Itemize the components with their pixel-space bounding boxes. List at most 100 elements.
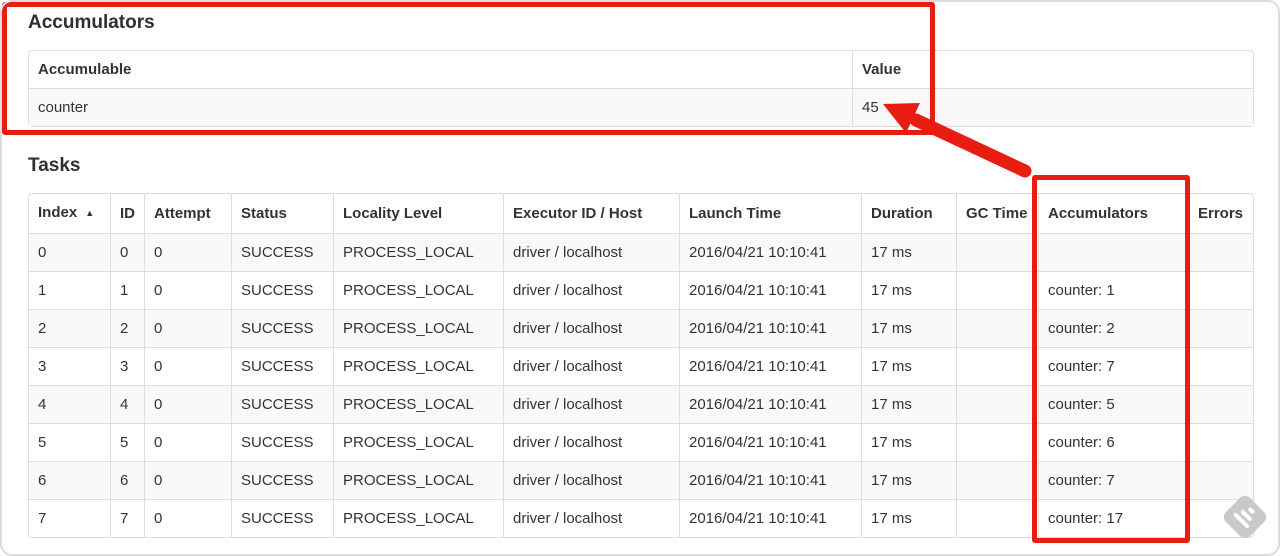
task-index-cell: 4 bbox=[29, 385, 110, 423]
duration-column-header[interactable]: Duration bbox=[861, 194, 956, 233]
watermark-diamond bbox=[1220, 492, 1270, 542]
task-duration-cell: 17 ms bbox=[861, 385, 956, 423]
task-gc-time-cell bbox=[956, 233, 1038, 271]
task-duration-cell: 17 ms bbox=[861, 309, 956, 347]
task-index-cell: 3 bbox=[29, 347, 110, 385]
value-column-header: Value bbox=[852, 51, 1253, 88]
task-status-cell: SUCCESS bbox=[231, 271, 333, 309]
task-errors-cell bbox=[1188, 271, 1253, 309]
task-launch-time-cell: 2016/04/21 10:10:41 bbox=[679, 309, 861, 347]
task-executor-cell: driver / localhost bbox=[503, 271, 679, 309]
accumulator-row: counter 45 bbox=[29, 88, 1253, 126]
task-accumulators-cell: counter: 7 bbox=[1038, 347, 1188, 385]
executor-id-host-column-header[interactable]: Executor ID / Host bbox=[503, 194, 679, 233]
task-gc-time-cell bbox=[956, 271, 1038, 309]
task-accumulators-cell: counter: 17 bbox=[1038, 499, 1188, 537]
task-locality-cell: PROCESS_LOCAL bbox=[333, 347, 503, 385]
task-index-cell: 1 bbox=[29, 271, 110, 309]
task-attempt-cell: 0 bbox=[144, 309, 231, 347]
task-row: 6 6 0 SUCCESS PROCESS_LOCAL driver / loc… bbox=[29, 461, 1253, 499]
task-accumulators-cell bbox=[1038, 233, 1188, 271]
task-id-cell: 7 bbox=[110, 499, 144, 537]
task-status-cell: SUCCESS bbox=[231, 347, 333, 385]
task-row: 0 0 0 SUCCESS PROCESS_LOCAL driver / loc… bbox=[29, 233, 1253, 271]
task-accumulators-cell: counter: 1 bbox=[1038, 271, 1188, 309]
accumulable-value-cell: 45 bbox=[852, 88, 1253, 126]
watermark-logo-icon bbox=[1220, 492, 1270, 542]
task-errors-cell bbox=[1188, 233, 1253, 271]
task-duration-cell: 17 ms bbox=[861, 461, 956, 499]
task-executor-cell: driver / localhost bbox=[503, 347, 679, 385]
task-accumulators-cell: counter: 7 bbox=[1038, 461, 1188, 499]
task-accumulators-cell: counter: 5 bbox=[1038, 385, 1188, 423]
task-attempt-cell: 0 bbox=[144, 271, 231, 309]
task-launch-time-cell: 2016/04/21 10:10:41 bbox=[679, 271, 861, 309]
task-launch-time-cell: 2016/04/21 10:10:41 bbox=[679, 461, 861, 499]
task-id-cell: 1 bbox=[110, 271, 144, 309]
task-row: 7 7 0 SUCCESS PROCESS_LOCAL driver / loc… bbox=[29, 499, 1253, 537]
stage-detail-page: Accumulators Accumulable Value counter 4… bbox=[28, 0, 1254, 538]
task-locality-cell: PROCESS_LOCAL bbox=[333, 499, 503, 537]
accumulable-column-header: Accumulable bbox=[38, 61, 132, 78]
task-status-cell: SUCCESS bbox=[231, 461, 333, 499]
task-locality-cell: PROCESS_LOCAL bbox=[333, 271, 503, 309]
task-errors-cell bbox=[1188, 423, 1253, 461]
task-duration-cell: 17 ms bbox=[861, 233, 956, 271]
task-gc-time-cell bbox=[956, 499, 1038, 537]
attempt-column-header[interactable]: Attempt bbox=[144, 194, 231, 233]
task-row: 1 1 0 SUCCESS PROCESS_LOCAL driver / loc… bbox=[29, 271, 1253, 309]
status-column-header[interactable]: Status bbox=[231, 194, 333, 233]
task-row: 2 2 0 SUCCESS PROCESS_LOCAL driver / loc… bbox=[29, 309, 1253, 347]
accumulators-section-title: Accumulators bbox=[28, 12, 155, 33]
task-locality-cell: PROCESS_LOCAL bbox=[333, 461, 503, 499]
task-row: 5 5 0 SUCCESS PROCESS_LOCAL driver / loc… bbox=[29, 423, 1253, 461]
accumulators-column-header[interactable]: Accumulators bbox=[1038, 194, 1188, 233]
task-launch-time-cell: 2016/04/21 10:10:41 bbox=[679, 347, 861, 385]
errors-column-header[interactable]: Errors bbox=[1188, 194, 1253, 233]
task-gc-time-cell bbox=[956, 385, 1038, 423]
task-gc-time-cell bbox=[956, 461, 1038, 499]
tasks-header-row: Index ▲ ID Attempt Status Locality Level … bbox=[29, 194, 1253, 233]
accumulators-table: Accumulable Value counter 45 bbox=[28, 50, 1254, 127]
task-attempt-cell: 0 bbox=[144, 233, 231, 271]
task-executor-cell: driver / localhost bbox=[503, 385, 679, 423]
task-launch-time-cell: 2016/04/21 10:10:41 bbox=[679, 385, 861, 423]
task-executor-cell: driver / localhost bbox=[503, 423, 679, 461]
launch-time-column-header[interactable]: Launch Time bbox=[679, 194, 861, 233]
task-row: 4 4 0 SUCCESS PROCESS_LOCAL driver / loc… bbox=[29, 385, 1253, 423]
task-attempt-cell: 0 bbox=[144, 499, 231, 537]
accumulators-header-row: Accumulable Value bbox=[29, 51, 1253, 88]
task-index-cell: 7 bbox=[29, 499, 110, 537]
task-launch-time-cell: 2016/04/21 10:10:41 bbox=[679, 499, 861, 537]
task-errors-cell bbox=[1188, 347, 1253, 385]
task-gc-time-cell bbox=[956, 309, 1038, 347]
locality-level-column-header[interactable]: Locality Level bbox=[333, 194, 503, 233]
task-executor-cell: driver / localhost bbox=[503, 233, 679, 271]
task-locality-cell: PROCESS_LOCAL bbox=[333, 423, 503, 461]
task-status-cell: SUCCESS bbox=[231, 233, 333, 271]
task-executor-cell: driver / localhost bbox=[503, 309, 679, 347]
task-launch-time-cell: 2016/04/21 10:10:41 bbox=[679, 233, 861, 271]
task-executor-cell: driver / localhost bbox=[503, 499, 679, 537]
task-index-cell: 2 bbox=[29, 309, 110, 347]
gc-time-column-header[interactable]: GC Time bbox=[956, 194, 1038, 233]
task-locality-cell: PROCESS_LOCAL bbox=[333, 233, 503, 271]
task-id-cell: 6 bbox=[110, 461, 144, 499]
task-attempt-cell: 0 bbox=[144, 461, 231, 499]
task-attempt-cell: 0 bbox=[144, 385, 231, 423]
task-row: 3 3 0 SUCCESS PROCESS_LOCAL driver / loc… bbox=[29, 347, 1253, 385]
task-errors-cell bbox=[1188, 385, 1253, 423]
task-duration-cell: 17 ms bbox=[861, 499, 956, 537]
task-id-cell: 0 bbox=[110, 233, 144, 271]
task-launch-time-cell: 2016/04/21 10:10:41 bbox=[679, 423, 861, 461]
task-gc-time-cell bbox=[956, 423, 1038, 461]
index-column-header[interactable]: Index ▲ bbox=[29, 194, 110, 233]
task-id-cell: 4 bbox=[110, 385, 144, 423]
task-attempt-cell: 0 bbox=[144, 423, 231, 461]
task-status-cell: SUCCESS bbox=[231, 423, 333, 461]
accumulable-name-cell: counter bbox=[29, 88, 852, 126]
task-status-cell: SUCCESS bbox=[231, 385, 333, 423]
id-column-header[interactable]: ID bbox=[110, 194, 144, 233]
task-errors-cell bbox=[1188, 309, 1253, 347]
task-attempt-cell: 0 bbox=[144, 347, 231, 385]
